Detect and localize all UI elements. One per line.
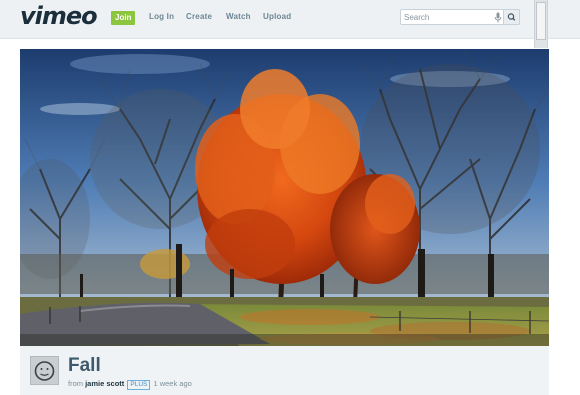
video-info-bar: Fall from jamie scott PLUS 1 week ago bbox=[20, 346, 549, 395]
nav-create[interactable]: Create bbox=[186, 12, 212, 21]
scrollbar[interactable] bbox=[534, 0, 548, 48]
search-box bbox=[400, 9, 520, 25]
search-icon bbox=[507, 13, 516, 21]
search-button[interactable] bbox=[503, 9, 520, 25]
nav-watch[interactable]: Watch bbox=[226, 12, 251, 21]
top-header: vimeo Join Log In Create Watch Upload bbox=[0, 0, 580, 48]
video-frame-autumn-park bbox=[20, 49, 549, 346]
microphone-icon[interactable] bbox=[494, 12, 502, 23]
scrollbar-thumb[interactable] bbox=[536, 2, 546, 40]
avatar[interactable] bbox=[30, 356, 59, 385]
nav-login[interactable]: Log In bbox=[149, 12, 174, 21]
nav-upload[interactable]: Upload bbox=[263, 12, 291, 21]
search-input[interactable] bbox=[404, 11, 492, 23]
vimeo-logo[interactable]: vimeo bbox=[20, 2, 98, 30]
video-player[interactable] bbox=[20, 49, 549, 346]
upload-age: 1 week ago bbox=[153, 379, 192, 388]
video-byline: from jamie scott PLUS 1 week ago bbox=[68, 379, 192, 390]
from-label: from bbox=[68, 379, 83, 388]
author-link[interactable]: jamie scott bbox=[85, 379, 124, 388]
join-button[interactable]: Join bbox=[111, 11, 136, 25]
default-avatar-icon bbox=[34, 361, 55, 381]
plus-badge[interactable]: PLUS bbox=[127, 380, 151, 390]
video-title: Fall bbox=[68, 355, 101, 376]
